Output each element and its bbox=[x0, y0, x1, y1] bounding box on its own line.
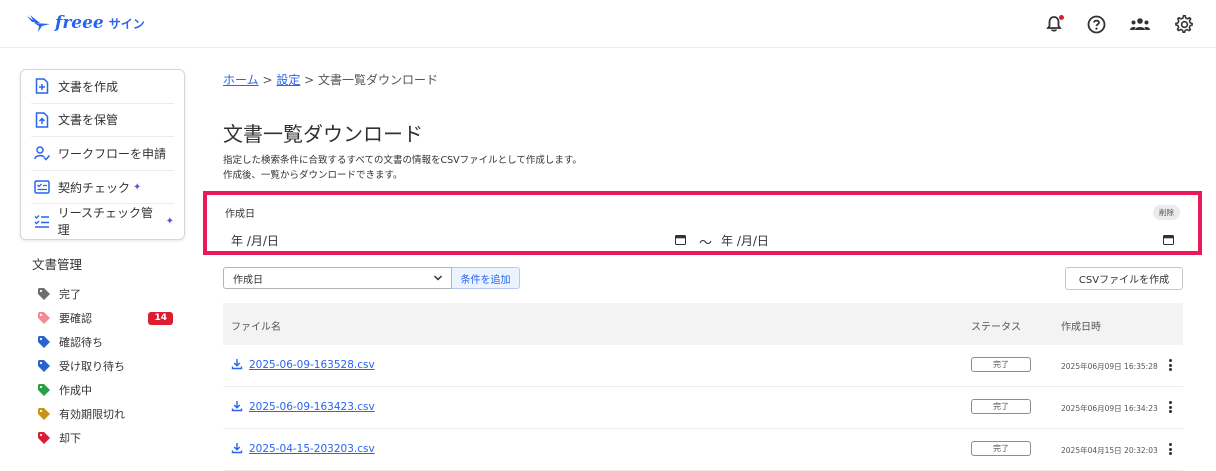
date-filter-box: 作成日 削除 年 /月/日 〜 年 /月/日 bbox=[203, 191, 1202, 255]
tag-list: 完了 要確認 14 確認待ち 受け取り待ち 作成中 有効期限切れ 却下 bbox=[37, 282, 177, 450]
team-icon[interactable] bbox=[1128, 12, 1152, 36]
download-icon[interactable] bbox=[231, 442, 243, 454]
created-datetime: 2025年06月09日 16:34:23 bbox=[1061, 404, 1158, 413]
page-title: 文書一覧ダウンロード bbox=[223, 122, 423, 146]
tag-icon bbox=[38, 336, 50, 348]
tag-icon bbox=[38, 288, 50, 300]
tag-label: 要確認 bbox=[59, 312, 92, 325]
sidebar-item-label: 文書を作成 bbox=[58, 79, 119, 94]
tag-label: 受け取り待ち bbox=[59, 360, 125, 373]
notification-dot bbox=[1059, 15, 1064, 20]
tag-item-expired[interactable]: 有効期限切れ bbox=[37, 402, 177, 426]
tag-item-awaiting-receipt[interactable]: 受け取り待ち bbox=[37, 354, 177, 378]
breadcrumb-home-link[interactable]: ホーム bbox=[223, 73, 259, 87]
bell-icon[interactable] bbox=[1042, 12, 1066, 36]
checklist-icon bbox=[33, 178, 51, 196]
calendar-icon[interactable] bbox=[1163, 234, 1174, 245]
table-row: 2025-06-09-163423.csv 完了 2025年06月09日 16:… bbox=[223, 387, 1183, 429]
tag-label: 却下 bbox=[59, 432, 81, 445]
more-options-icon[interactable] bbox=[1166, 441, 1174, 457]
condition-select-value: 作成日 bbox=[233, 274, 263, 286]
tag-item-needs-review[interactable]: 要確認 14 bbox=[37, 306, 177, 330]
calendar-icon[interactable] bbox=[675, 234, 686, 245]
tag-item-in-progress[interactable]: 作成中 bbox=[37, 378, 177, 402]
tag-label: 確認待ち bbox=[59, 336, 103, 349]
sidebar-item-label: ワークフローを申請 bbox=[58, 146, 167, 161]
document-upload-icon bbox=[33, 111, 51, 129]
tag-icon bbox=[38, 360, 50, 372]
created-datetime: 2025年04月15日 20:32:03 bbox=[1061, 446, 1158, 455]
filter-label: 作成日 bbox=[225, 209, 255, 220]
sparkle-icon: ✦ bbox=[133, 181, 142, 193]
sidebar-item-contract-check[interactable]: 契約チェック ✦ bbox=[31, 171, 174, 205]
table-row: 2025-06-09-163528.csv 完了 2025年06月09日 16:… bbox=[223, 345, 1183, 387]
freee-sign-logo[interactable]: freee サイン bbox=[26, 10, 145, 36]
more-options-icon[interactable] bbox=[1166, 357, 1174, 373]
date-from-input[interactable]: 年 /月/日 bbox=[231, 230, 279, 250]
help-icon[interactable] bbox=[1084, 12, 1108, 36]
list-check-icon bbox=[33, 212, 51, 230]
sidebar-item-lease-check[interactable]: リースチェック管理 ✦ bbox=[31, 204, 174, 238]
tag-icon bbox=[38, 408, 50, 420]
column-header-created: 作成日時 bbox=[1061, 322, 1101, 333]
download-icon[interactable] bbox=[231, 400, 243, 412]
logo-text: freee bbox=[55, 13, 104, 33]
file-link[interactable]: 2025-04-15-203203.csv bbox=[249, 443, 375, 455]
range-separator: 〜 bbox=[699, 236, 713, 251]
sidebar-item-workflow[interactable]: ワークフローを申請 bbox=[31, 137, 174, 171]
table-row: 2025-04-15-203203.csv 完了 2025年04月15日 20:… bbox=[223, 429, 1183, 471]
column-header-status: ステータス bbox=[971, 322, 1021, 333]
document-management-title: 文書管理 bbox=[32, 257, 83, 272]
date-to-input[interactable]: 年 /月/日 bbox=[721, 230, 769, 250]
chevron-down-icon bbox=[433, 275, 443, 281]
logo-subtext: サイン bbox=[108, 16, 145, 31]
sidebar-item-label: リースチェック管理 bbox=[57, 206, 153, 238]
condition-select[interactable]: 作成日 bbox=[223, 267, 452, 289]
sparkle-icon: ✦ bbox=[165, 215, 174, 227]
file-link[interactable]: 2025-06-09-163528.csv bbox=[249, 359, 375, 371]
breadcrumb-separator: > bbox=[258, 73, 277, 87]
sidebar-item-label: 契約チェック bbox=[58, 180, 131, 195]
sidebar-action-card: 文書を作成 文書を保管 ワークフローを申請 契約チェック ✦ リースチェック管理… bbox=[20, 69, 185, 240]
tag-item-awaiting-confirmation[interactable]: 確認待ち bbox=[37, 330, 177, 354]
app-header: freee サイン bbox=[0, 0, 1216, 48]
tag-label: 作成中 bbox=[59, 384, 92, 397]
gear-icon[interactable] bbox=[1172, 12, 1196, 36]
file-link[interactable]: 2025-06-09-163423.csv bbox=[249, 401, 375, 413]
page-description: 指定した検索条件に合致するすべての文書の情報をCSVファイルとして作成します。 … bbox=[223, 153, 582, 183]
sidebar-item-label: 文書を保管 bbox=[58, 113, 119, 128]
add-condition-button[interactable]: 条件を追加 bbox=[452, 267, 520, 289]
created-datetime: 2025年06月09日 16:35:28 bbox=[1061, 362, 1158, 371]
user-check-icon bbox=[33, 144, 51, 162]
column-header-file: ファイル名 bbox=[231, 322, 281, 333]
delete-filter-button[interactable]: 削除 bbox=[1153, 205, 1180, 220]
description-line: 作成後、一覧からダウンロードできます。 bbox=[223, 170, 403, 181]
tag-icon bbox=[38, 384, 50, 396]
sidebar-item-store-document[interactable]: 文書を保管 bbox=[31, 104, 174, 138]
download-icon[interactable] bbox=[231, 358, 243, 370]
count-badge: 14 bbox=[148, 312, 173, 325]
tag-label: 完了 bbox=[59, 288, 81, 301]
tag-item-rejected[interactable]: 却下 bbox=[37, 426, 177, 450]
create-csv-button[interactable]: CSVファイルを作成 bbox=[1065, 267, 1183, 290]
bird-logo-icon bbox=[27, 15, 50, 32]
breadcrumb-separator: > bbox=[300, 73, 319, 87]
tag-item-completed[interactable]: 完了 bbox=[37, 282, 177, 306]
document-plus-icon bbox=[33, 77, 51, 95]
breadcrumb-current: 文書一覧ダウンロード bbox=[318, 73, 439, 87]
description-line: 指定した検索条件に合致するすべての文書の情報をCSVファイルとして作成します。 bbox=[223, 155, 582, 166]
status-badge: 完了 bbox=[971, 399, 1031, 414]
breadcrumb-settings-link[interactable]: 設定 bbox=[276, 73, 300, 87]
tag-icon bbox=[38, 432, 50, 444]
more-options-icon[interactable] bbox=[1166, 399, 1174, 415]
table-header: ファイル名 ステータス 作成日時 bbox=[223, 303, 1183, 345]
tag-label: 有効期限切れ bbox=[59, 408, 125, 421]
tag-icon bbox=[38, 312, 50, 324]
status-badge: 完了 bbox=[971, 441, 1031, 456]
sidebar-item-create-document[interactable]: 文書を作成 bbox=[31, 70, 174, 104]
breadcrumb: ホーム > 設定 > 文書一覧ダウンロード bbox=[223, 71, 438, 88]
status-badge: 完了 bbox=[971, 357, 1031, 372]
